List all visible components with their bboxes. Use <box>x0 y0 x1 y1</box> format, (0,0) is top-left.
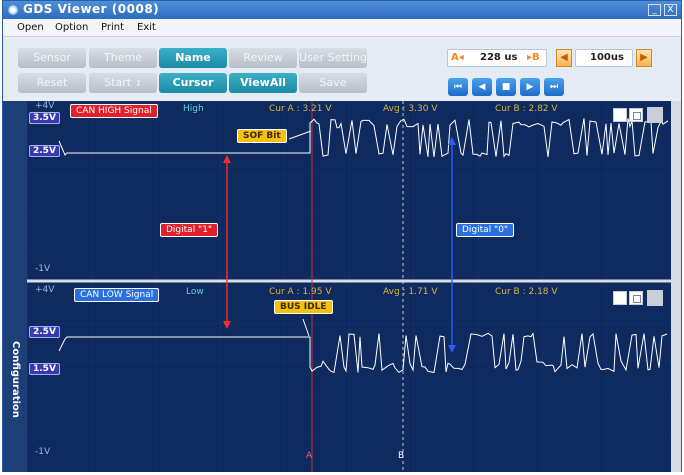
window-title: GDS Viewer (0008) <box>23 2 160 16</box>
ch2-cursor-a-readout: Cur A : 1.95 V <box>269 287 332 297</box>
delta-time-display: A◂ 228 us ▸B <box>447 49 547 67</box>
menu-option[interactable]: Option <box>55 22 88 33</box>
ch1-window-icon[interactable] <box>613 108 627 122</box>
review-button[interactable]: Review <box>229 48 297 68</box>
delta-time-value: 228 us <box>480 52 518 63</box>
toolbar: Sensor Theme Name Review User Setting Re… <box>3 38 681 98</box>
play-reverse-icon[interactable]: ◀ <box>472 78 492 96</box>
play-icon[interactable]: ▶ <box>520 78 540 96</box>
skip-to-end-icon[interactable]: ⏭ <box>544 78 564 96</box>
ch1-settings-icon[interactable] <box>647 107 663 123</box>
ch1-name-tag[interactable]: CAN HIGH Signal <box>70 104 158 118</box>
configuration-sidebar[interactable]: Configuration <box>3 101 27 472</box>
user-setting-button[interactable]: User Setting <box>299 48 367 68</box>
start-button[interactable]: Start ↕ <box>89 73 157 93</box>
menu-open[interactable]: Open <box>17 22 44 33</box>
cursor-button[interactable]: Cursor <box>159 73 227 93</box>
bus-idle-label: BUS IDLE <box>274 300 333 314</box>
scope-traces <box>27 101 671 472</box>
time-div-decrease-button[interactable]: ◀ <box>556 49 572 67</box>
cursor-b-label[interactable]: B <box>398 451 404 461</box>
oscilloscope-display[interactable]: +4V 3.5V 2.5V -1V CAN HIGH Signal High C… <box>27 101 671 472</box>
ch2-name-tag[interactable]: CAN LOW Signal <box>74 288 160 302</box>
ch2-settings-icon[interactable] <box>647 290 663 306</box>
theme-button[interactable]: Theme <box>89 48 157 68</box>
ch1-top-scale: +4V <box>35 101 55 111</box>
time-div-increase-button[interactable]: ▶ <box>636 49 652 67</box>
menu-print[interactable]: Print <box>101 22 124 33</box>
right-scrollbar[interactable] <box>671 101 681 472</box>
digital-one-label: Digital "1" <box>160 223 219 237</box>
ch2-average-readout: Avg : 1.71 V <box>383 287 438 297</box>
time-div-value: 100us <box>590 52 624 63</box>
ch1-cursor-a-readout: Cur A : 3.21 V <box>269 104 332 114</box>
minimize-button[interactable]: _ <box>648 4 661 16</box>
sof-bit-label: SOF Bit <box>237 129 287 143</box>
ch2-top-scale: +4V <box>35 285 55 295</box>
ch2-window-icon[interactable] <box>613 291 627 305</box>
stop-icon[interactable]: ■ <box>496 78 516 96</box>
cursor-a-selector[interactable]: A◂ <box>451 52 464 63</box>
ch2-cursor-b-readout: Cur B : 2.18 V <box>495 287 558 297</box>
name-button[interactable]: Name <box>159 48 227 68</box>
ch1-cursor-b-readout: Cur B : 2.82 V <box>495 104 558 114</box>
title-bar: GDS Viewer (0008) _ X <box>3 1 681 19</box>
cursor-a-label[interactable]: A <box>306 451 312 461</box>
start-button-label: Start <box>104 76 132 89</box>
ch2-level-label: Low <box>186 287 204 297</box>
gds-viewer-window: GDS Viewer (0008) _ X Open Option Print … <box>2 0 682 472</box>
app-icon <box>8 5 18 15</box>
configuration-label: Configuration <box>10 341 21 418</box>
scope-grid <box>27 101 671 472</box>
ch1-level-label: High <box>183 104 204 114</box>
spin-icon: ↕ <box>135 79 142 88</box>
time-div-display: 100us <box>575 49 633 67</box>
ch2-bottom-scale: -1V <box>35 447 51 457</box>
ch1-bottom-scale: -1V <box>35 264 51 274</box>
ch2-marker-2-5v: 2.5V <box>29 326 60 338</box>
save-button[interactable]: Save <box>299 73 367 93</box>
reset-button[interactable]: Reset <box>18 73 86 93</box>
ch2-maximize-icon[interactable] <box>629 291 643 305</box>
ch2-marker-1-5v: 1.5V <box>29 363 60 375</box>
menu-exit[interactable]: Exit <box>137 22 156 33</box>
sensor-button[interactable]: Sensor <box>18 48 86 68</box>
viewall-button[interactable]: ViewAll <box>229 73 297 93</box>
digital-zero-label: Digital "0" <box>456 223 515 237</box>
cursor-b-selector[interactable]: ▸B <box>527 52 540 63</box>
close-button[interactable]: X <box>664 4 677 16</box>
skip-to-start-icon[interactable]: ⏮ <box>448 78 468 96</box>
ch1-marker-3-5v: 3.5V <box>29 112 60 124</box>
menu-bar: Open Option Print Exit <box>3 19 681 37</box>
ch1-marker-2-5v: 2.5V <box>29 145 60 157</box>
ch1-average-readout: Avg : 3.30 V <box>383 104 438 114</box>
ch1-maximize-icon[interactable] <box>629 108 643 122</box>
